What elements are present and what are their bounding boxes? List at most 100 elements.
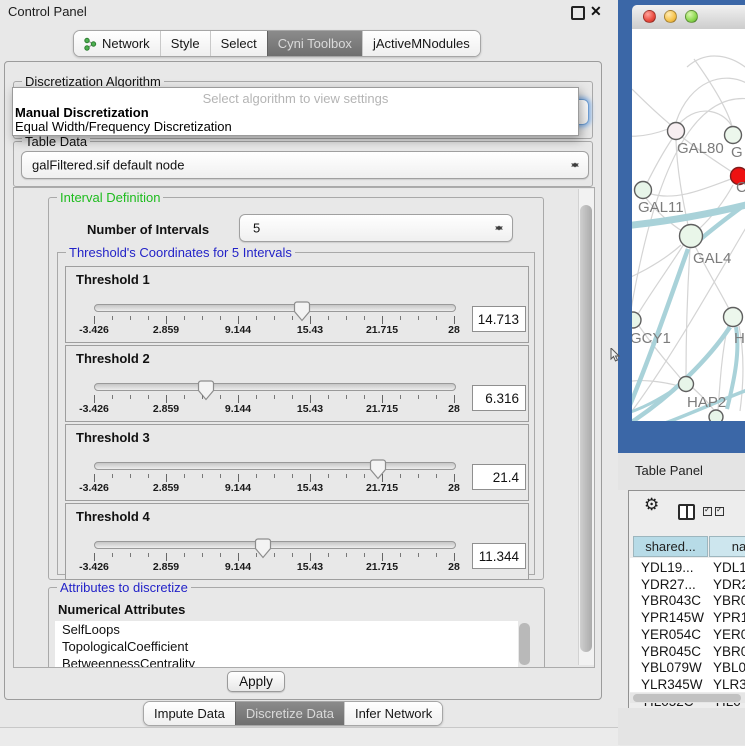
attributes-group: Attributes to discretize Numerical Attri…: [48, 587, 545, 668]
slider-track[interactable]: [94, 304, 456, 312]
cell-name: YPR1: [713, 610, 745, 625]
tab-label: Style: [171, 36, 200, 51]
node-label-gal11: GAL11: [638, 199, 684, 216]
tab-label: Select: [221, 36, 257, 51]
network-node-gal4[interactable]: [680, 225, 703, 248]
node-label-gal80: GAL80: [677, 140, 724, 157]
network-node-gal80[interactable]: [668, 123, 685, 140]
table-row[interactable]: YBR045C YBR0: [629, 644, 745, 661]
gear-icon[interactable]: ⚙: [644, 495, 659, 515]
network-node-gcy1[interactable]: [632, 312, 641, 328]
cell-shared-name: YBL079W: [641, 660, 702, 675]
cell-shared-name: YLR345W: [641, 677, 703, 692]
bottom-strip: [0, 727, 620, 746]
edge: [694, 59, 732, 126]
network-node-g[interactable]: [725, 127, 742, 144]
split-columns-icon[interactable]: [678, 504, 695, 520]
table-panel-title: Table Panel: [635, 463, 703, 478]
column-checkboxes-icon[interactable]: [703, 507, 724, 516]
tab-cyni-toolbox[interactable]: Cyni Toolbox: [267, 31, 362, 56]
network-window: GAL80GCGAL11GAL4GCY1HHAP2: [632, 5, 745, 421]
cell-name: YBL0: [713, 660, 745, 675]
tab-impute-data[interactable]: Impute Data: [144, 702, 235, 725]
list-item-betweennesscentrality[interactable]: BetweennessCentrality: [55, 655, 518, 667]
network-node-gal11[interactable]: [635, 182, 652, 199]
tab-label: Network: [102, 36, 150, 51]
cell-shared-name: YBR045C: [641, 644, 701, 659]
network-node-h[interactable]: [724, 308, 743, 327]
dropdown-hint: Select algorithm to view settings: [13, 91, 578, 106]
minimize-traffic-light-icon[interactable]: [664, 10, 677, 23]
table-row[interactable]: YLR345W YLR3: [629, 677, 745, 694]
node-table: ⚙ shared...na YDL19...YDL1YDR27...YDR2YB…: [628, 490, 745, 710]
tab-network[interactable]: Network: [74, 31, 160, 56]
cell-name: YLR3: [713, 677, 745, 692]
tab-label: jActiveMNodules: [373, 36, 470, 51]
threshold-value-field[interactable]: [472, 543, 526, 569]
table-row[interactable]: YBL079W YBL0: [629, 660, 745, 677]
column-header-1[interactable]: na: [709, 536, 745, 557]
edge: [632, 129, 668, 136]
table-row[interactable]: YDL19...YDL1: [629, 560, 745, 577]
screen: Control Panel ✕ NetworkStyleSelectCyni T…: [0, 0, 745, 745]
cell-name: YDR2: [713, 577, 745, 592]
zoom-traffic-light-icon[interactable]: [685, 10, 698, 23]
mouse-cursor: [610, 348, 620, 362]
number-of-intervals-select[interactable]: 5: [239, 214, 513, 242]
network-canvas[interactable]: GAL80GCGAL11GAL4GCY1HHAP2: [632, 29, 745, 421]
slider-track[interactable]: [94, 383, 456, 391]
threshold-value-field[interactable]: [472, 385, 526, 411]
list-item-topologicalcoefficient[interactable]: TopologicalCoefficient: [55, 638, 518, 655]
cell-shared-name: YER054C: [641, 627, 701, 642]
checkbox-icon: [703, 507, 712, 516]
table-hscrollbar-thumb[interactable]: [633, 694, 741, 702]
slider-thumb[interactable]: [293, 301, 311, 322]
dropdown-option-manual-discretization[interactable]: Manual Discretization: [15, 105, 149, 120]
tab-discretize-data[interactable]: Discretize Data: [235, 702, 344, 725]
slider-thumb[interactable]: [197, 380, 215, 401]
tab-label: Cyni Toolbox: [278, 36, 352, 51]
threshold-label: Threshold 1: [76, 272, 150, 287]
table-data-selected-value: galFiltered.sif default node: [32, 158, 184, 173]
edge: [686, 248, 690, 376]
list-item-selfloops[interactable]: SelfLoops: [55, 621, 518, 638]
number-of-intervals-label: Number of Intervals: [87, 222, 209, 237]
close-icon[interactable]: ✕: [590, 3, 602, 20]
table-hscrollbar-track[interactable]: [630, 693, 745, 703]
slider-track[interactable]: [94, 462, 456, 470]
network-graph: GAL80GCGAL11GAL4GCY1HHAP2: [632, 29, 745, 421]
apply-button[interactable]: Apply: [227, 671, 285, 692]
tab-infer-network[interactable]: Infer Network: [344, 702, 442, 725]
slider-thumb[interactable]: [369, 459, 387, 480]
table-row[interactable]: YDR27...YDR2: [629, 577, 745, 594]
thresholds-group: Threshold's Coordinates for 5 Intervals …: [57, 252, 535, 575]
threshold-value-field[interactable]: [472, 464, 526, 490]
attributes-list-scrollbar[interactable]: [519, 623, 530, 665]
numerical-attributes-label: Numerical Attributes: [58, 602, 185, 617]
cell-name: YBR0: [713, 593, 745, 608]
slider-track[interactable]: [94, 541, 456, 549]
dropdown-option-equal-width-frequency-discretization[interactable]: Equal Width/Frequency Discretization: [15, 119, 232, 134]
table-row[interactable]: YBR043CYBR0: [629, 593, 745, 610]
threshold-label: Threshold 2: [76, 351, 150, 366]
table-data-select[interactable]: galFiltered.sif default node: [21, 151, 589, 179]
checkbox-icon: [715, 507, 724, 516]
cell-name: YER0: [713, 627, 745, 642]
tab-jactivemnodules[interactable]: jActiveMNodules: [362, 31, 480, 56]
cell-name: YBR0: [713, 644, 745, 659]
cell-shared-name: YPR145W: [641, 610, 704, 625]
column-header-0[interactable]: shared...: [633, 536, 708, 557]
float-window-icon[interactable]: [571, 6, 585, 20]
table-row[interactable]: YER054C YER0: [629, 627, 745, 644]
main-scrollbar-thumb[interactable]: [580, 205, 592, 652]
close-traffic-light-icon[interactable]: [643, 10, 656, 23]
tab-label: Impute Data: [154, 706, 225, 721]
network-node-partial[interactable]: [709, 410, 723, 421]
network-node-hap2[interactable]: [679, 377, 694, 392]
threshold-value-field[interactable]: [472, 306, 526, 332]
numerical-attributes-list[interactable]: SelfLoopsTopologicalCoefficientBetweenne…: [55, 621, 518, 667]
network-window-titlebar[interactable]: [632, 5, 745, 30]
tab-select[interactable]: Select: [210, 31, 267, 56]
tab-style[interactable]: Style: [160, 31, 210, 56]
table-row[interactable]: YPR145W YPR1: [629, 610, 745, 627]
